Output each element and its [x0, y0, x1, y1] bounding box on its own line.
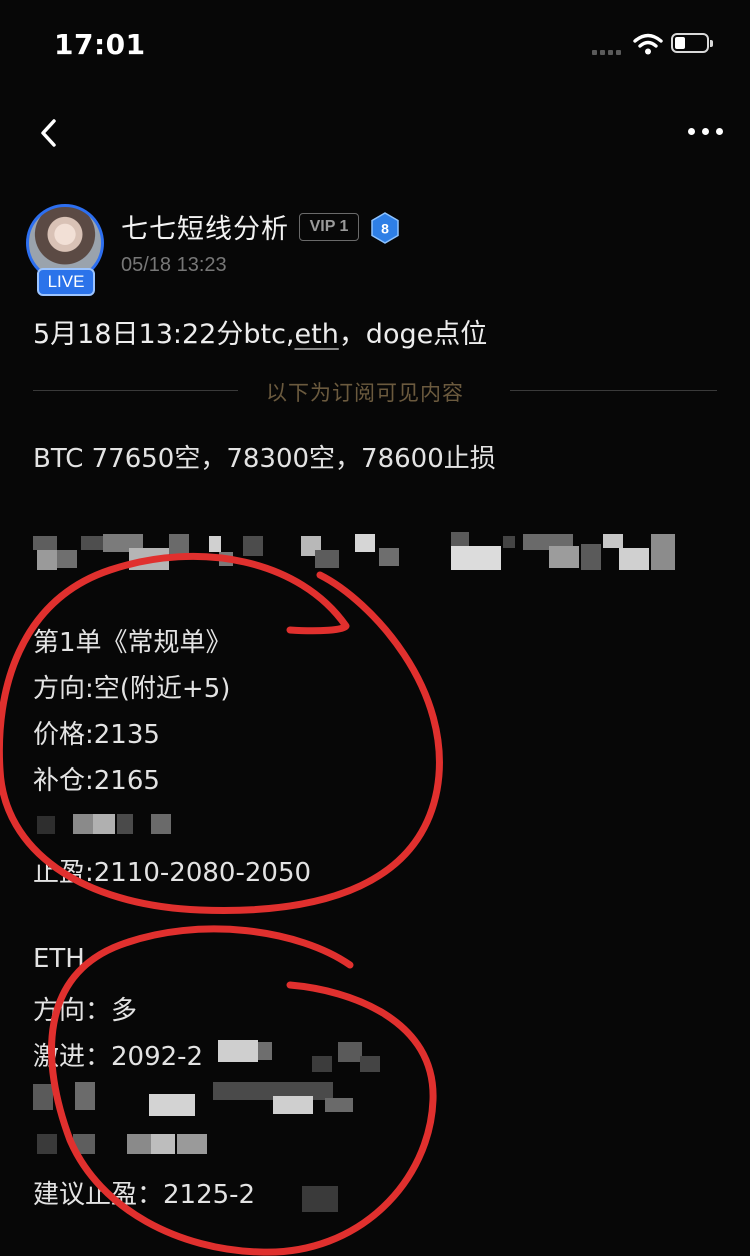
redacted-text-mosaic	[33, 810, 183, 840]
status-bar: 17:01	[0, 0, 750, 90]
signal-icon	[592, 50, 621, 55]
redacted-text-mosaic	[33, 530, 683, 575]
add-position-line: 补仓:2165	[33, 766, 160, 796]
eth-direction-line: 方向：多	[33, 996, 138, 1026]
battery-icon	[671, 33, 713, 53]
redacted-text-mosaic	[298, 1182, 340, 1212]
live-badge: LIVE	[37, 268, 95, 296]
price-line: 价格:2135	[33, 720, 160, 750]
redacted-text-mosaic	[33, 1080, 373, 1116]
order-title-line: 第1单《常规单》	[33, 628, 232, 658]
status-time: 17:01	[54, 28, 146, 61]
more-horizontal-icon[interactable]	[688, 128, 723, 135]
level-badge-icon: 8	[371, 212, 399, 244]
direction-line: 方向:空(附近+5)	[33, 674, 231, 704]
avatar[interactable]: LIVE	[26, 204, 110, 296]
btc-line: BTC 77650空，78300空，78600止损	[33, 444, 496, 474]
take-profit-line: 止盈:2110-2080-2050	[33, 858, 312, 888]
redacted-text-mosaic	[200, 1036, 390, 1076]
vip-badge: VIP 1	[299, 213, 359, 241]
eth-take-profit-line: 建议止盈：2125-2	[33, 1180, 256, 1210]
post-timestamp: 05/18 13:23	[121, 254, 227, 276]
chevron-left-icon[interactable]	[36, 114, 64, 152]
author-name[interactable]: 七七短线分析	[121, 207, 289, 246]
redacted-text-mosaic	[33, 1128, 213, 1160]
divider-line	[33, 390, 238, 391]
post-title-link: eth	[294, 319, 339, 350]
post-title-part: ，doge点位	[338, 319, 488, 350]
wifi-icon	[633, 33, 663, 55]
post-title-part: 5月18日13:22分btc,	[33, 319, 295, 350]
divider-line	[510, 390, 717, 391]
eth-aggressive-line: 激进：2092-2	[33, 1042, 204, 1072]
eth-label-line: ETH	[33, 944, 85, 974]
post-title: 5月18日13:22分btc,eth，doge点位	[33, 312, 487, 351]
level-number: 8	[381, 221, 389, 237]
subscriber-divider-text: 以下为订阅可见内容	[266, 381, 464, 405]
